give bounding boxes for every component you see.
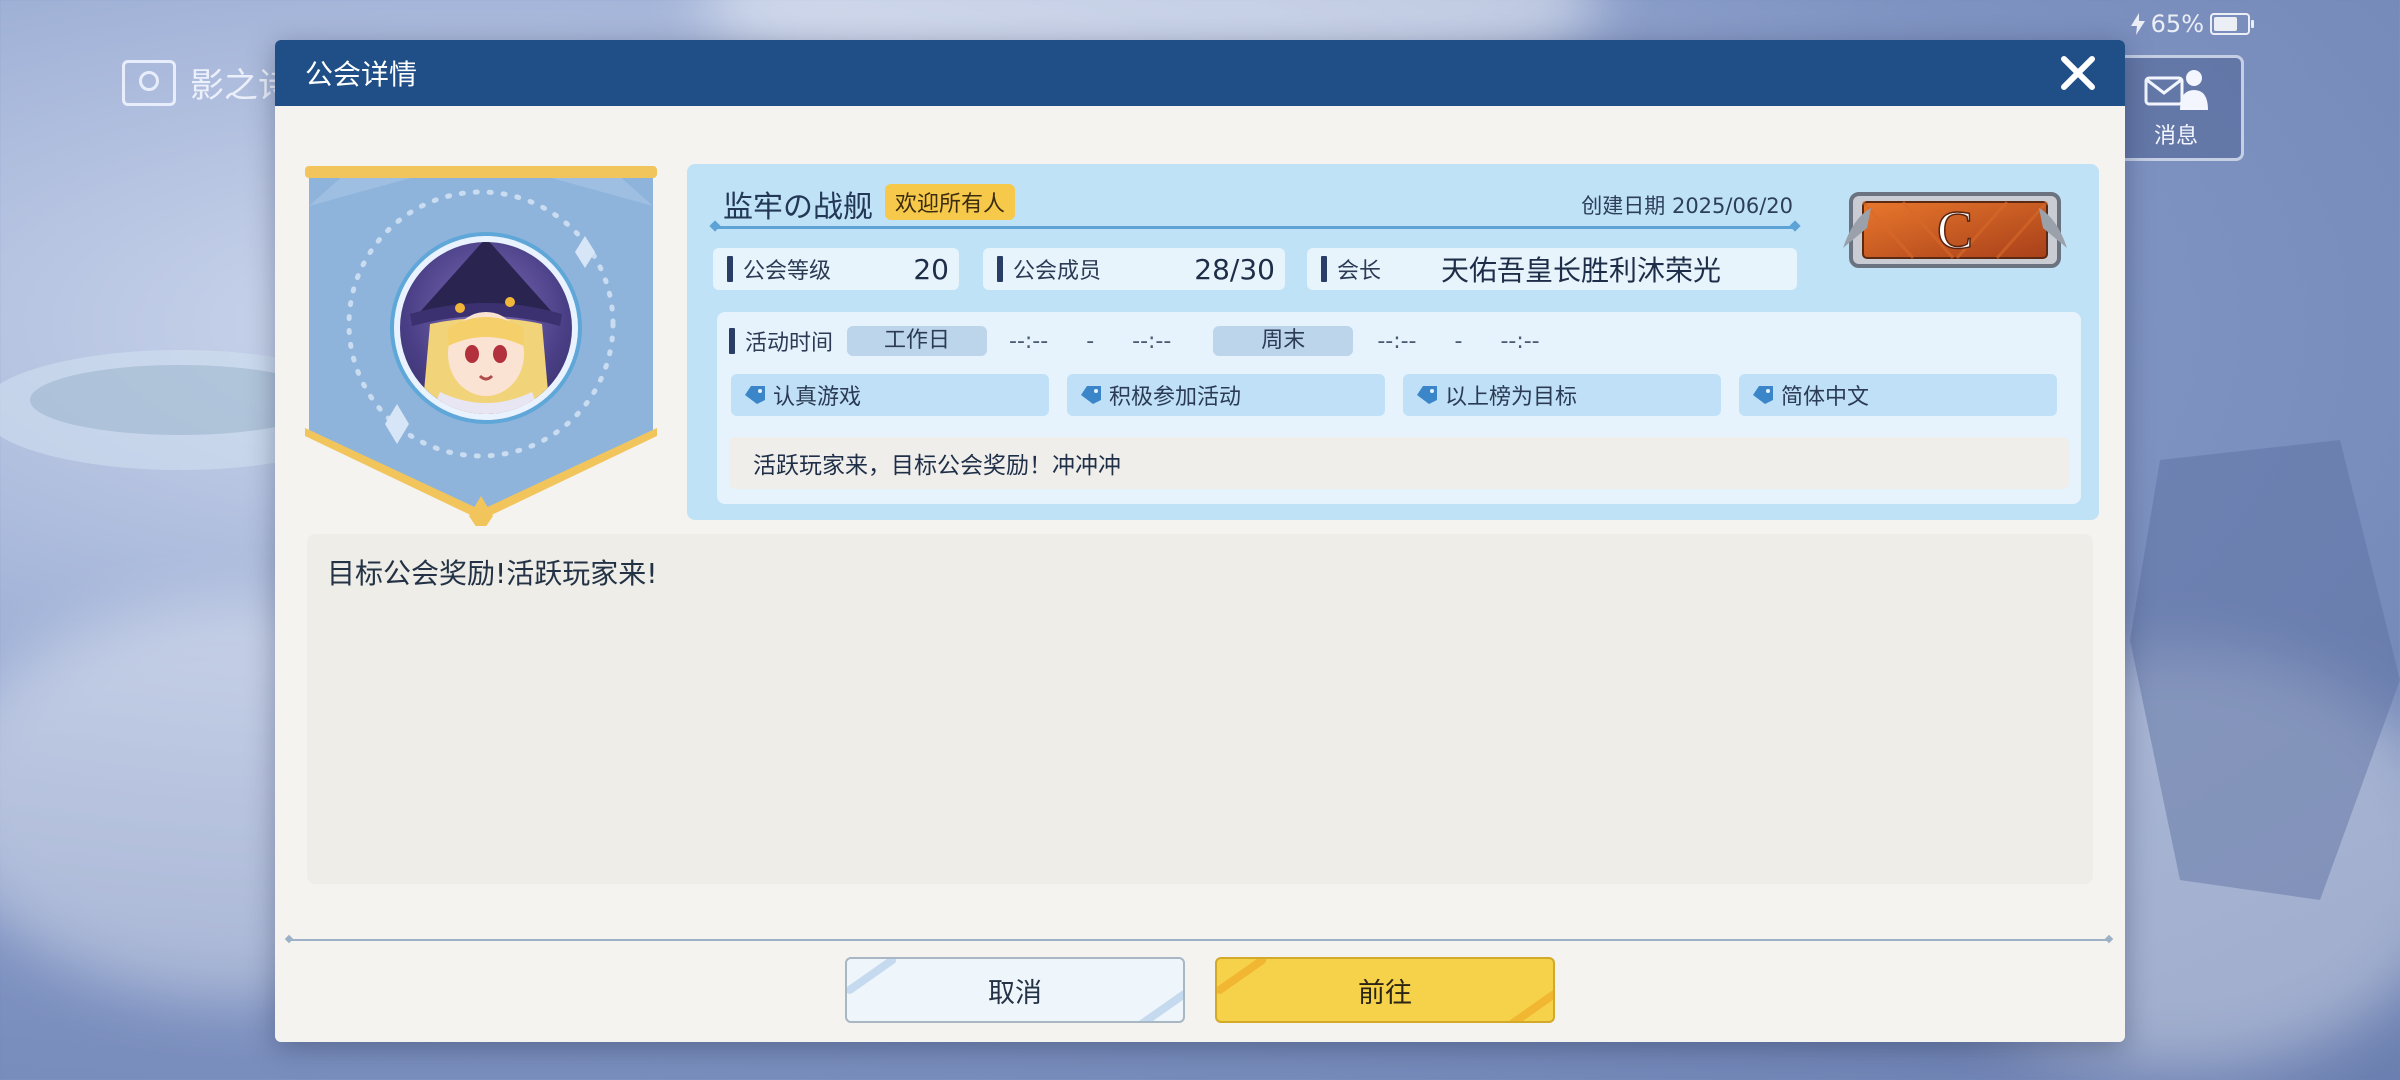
weekend-end: --:-- bbox=[1500, 328, 1540, 354]
witch-character-icon bbox=[410, 242, 562, 414]
guild-description: 活跃玩家来，目标公会奖励！冲冲冲 bbox=[729, 437, 2069, 489]
tag-chip: 以上榜为目标 bbox=[1403, 374, 1721, 416]
tag-label: 认真游戏 bbox=[773, 385, 862, 410]
weekday-end: --:-- bbox=[1132, 328, 1172, 354]
battery-percent: 65% bbox=[2150, 10, 2204, 38]
activity-time-row: 活动时间 工作日 --:-- - --:-- 周末 --:-- - --:-- bbox=[729, 324, 1540, 358]
button-stripe bbox=[847, 959, 898, 996]
weekend-start: --:-- bbox=[1377, 328, 1417, 354]
game-title: 影之诗 bbox=[122, 58, 292, 107]
created-label: 创建日期 bbox=[1581, 194, 1666, 218]
guild-info-panel: 监牢の战舰 欢迎所有人 创建日期 2025/06/20 公会等级 20 公会成员… bbox=[687, 164, 2099, 520]
bar-marker bbox=[729, 328, 735, 354]
go-label: 前往 bbox=[1358, 977, 1412, 1009]
tag-label: 积极参加活动 bbox=[1109, 385, 1242, 410]
stat-value: 28/30 bbox=[1194, 252, 1275, 286]
activity-label-text: 活动时间 bbox=[745, 331, 834, 356]
weekend-pill: 周末 bbox=[1213, 326, 1354, 356]
status-bar: 65% bbox=[2130, 10, 2254, 38]
tag-icon bbox=[1417, 386, 1437, 404]
rank-badge: C bbox=[1843, 192, 2067, 268]
close-button[interactable] bbox=[2055, 50, 2101, 96]
stat-label: 公会成员 bbox=[1013, 259, 1102, 284]
bar-marker bbox=[997, 256, 1003, 282]
created-value: 2025/06/20 bbox=[1671, 194, 1793, 218]
weekday-start: --:-- bbox=[1009, 328, 1049, 354]
battery-icon bbox=[2210, 13, 2254, 35]
modal-header: 公会详情 bbox=[275, 40, 2125, 106]
guild-detail-modal: 公会详情 监牢の战舰 欢迎所有人 创建日期 2025/06/20 公会等级 20… bbox=[275, 40, 2125, 1042]
cancel-label: 取消 bbox=[988, 977, 1042, 1009]
tag-icon bbox=[745, 386, 765, 404]
charging-icon bbox=[2130, 13, 2145, 35]
rank-letter: C bbox=[1937, 200, 1973, 260]
stat-label: 会长 bbox=[1337, 259, 1382, 284]
activity-section: 活动时间 工作日 --:-- - --:-- 周末 --:-- - --:-- … bbox=[717, 312, 2081, 504]
welcome-badge: 欢迎所有人 bbox=[885, 184, 1016, 220]
stat-label: 公会等级 bbox=[743, 259, 832, 284]
mail-person-icon bbox=[2144, 70, 2208, 110]
stat-guild-level: 公会等级 20 bbox=[713, 248, 959, 290]
weekday-sep: - bbox=[1086, 328, 1095, 354]
weekday-pill: 工作日 bbox=[847, 326, 988, 356]
battery-fill bbox=[2214, 17, 2238, 31]
button-stripe bbox=[1136, 988, 1183, 1021]
bar-marker bbox=[1321, 256, 1327, 282]
tag-label: 简体中文 bbox=[1781, 385, 1870, 410]
stat-guild-members: 公会成员 28/30 bbox=[983, 248, 1285, 290]
modal-title: 公会详情 bbox=[305, 58, 418, 91]
message-button[interactable]: 消息 bbox=[2108, 55, 2244, 161]
tag-chip: 积极参加活动 bbox=[1067, 374, 1385, 416]
stat-guild-leader: 会长 天佑吾皇长胜利沐荣光 bbox=[1307, 248, 1797, 290]
tag-icon bbox=[1753, 386, 1773, 404]
bar-marker bbox=[727, 256, 733, 282]
tag-label: 以上榜为目标 bbox=[1445, 385, 1578, 410]
button-stripe bbox=[1506, 988, 1553, 1021]
go-button[interactable]: 前往 bbox=[1215, 957, 1555, 1023]
cancel-button[interactable]: 取消 bbox=[845, 957, 1185, 1023]
guild-home-icon bbox=[122, 59, 176, 106]
tag-chip: 认真游戏 bbox=[731, 374, 1049, 416]
weekend-sep: - bbox=[1454, 328, 1463, 354]
stat-value: 20 bbox=[913, 252, 949, 286]
guild-banner bbox=[305, 166, 665, 526]
message-label: 消息 bbox=[2153, 124, 2198, 149]
banner-rod bbox=[305, 166, 657, 178]
footer-divider bbox=[289, 939, 2109, 941]
tag-chip: 简体中文 bbox=[1739, 374, 2057, 416]
leader-name: 天佑吾皇长胜利沐荣光 bbox=[1441, 254, 1722, 287]
guild-name: 监牢の战舰 bbox=[723, 190, 873, 225]
tag-icon bbox=[1081, 386, 1101, 404]
close-icon bbox=[2061, 56, 2095, 90]
activity-label: 活动时间 bbox=[729, 325, 833, 357]
background-rock bbox=[2130, 440, 2400, 900]
guild-avatar bbox=[394, 236, 578, 420]
created-date: 创建日期 2025/06/20 bbox=[1581, 190, 1793, 220]
guild-notice: 目标公会奖励!活跃玩家来! bbox=[307, 534, 2093, 884]
button-stripe bbox=[1217, 959, 1268, 996]
title-divider bbox=[715, 226, 1795, 229]
